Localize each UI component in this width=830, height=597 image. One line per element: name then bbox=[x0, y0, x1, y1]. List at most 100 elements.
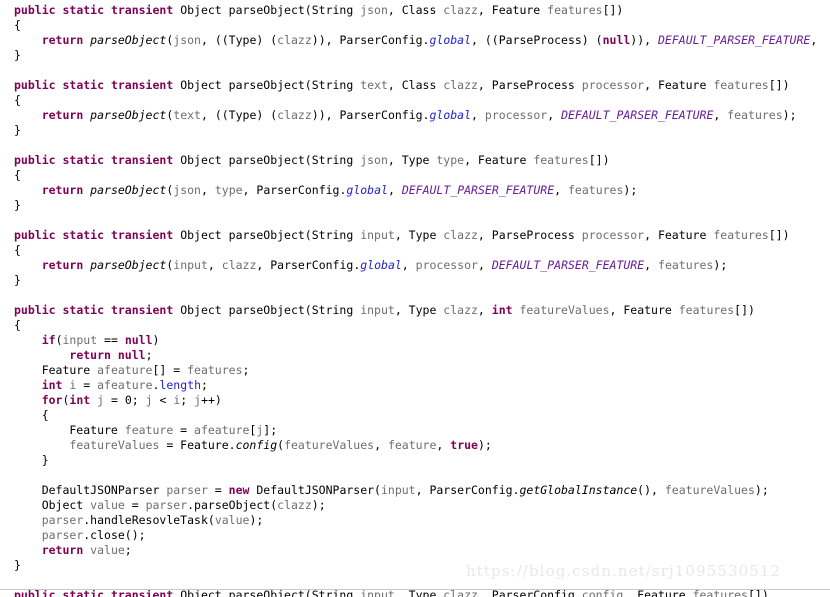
code-token: } bbox=[14, 198, 21, 212]
code-token: return bbox=[41, 108, 91, 122]
code-token: features bbox=[568, 183, 624, 197]
code-token: , bbox=[810, 33, 818, 47]
code-token: ( bbox=[55, 333, 63, 347]
code-token: featureValues bbox=[664, 483, 755, 497]
code-token: } bbox=[14, 123, 21, 137]
code-token: public bbox=[14, 153, 63, 167]
code-token: , bbox=[477, 258, 492, 272]
code-token: , ParserConfig. bbox=[242, 183, 347, 197]
code-token: ); bbox=[623, 183, 638, 197]
code-line: } bbox=[0, 273, 830, 288]
code-line: } bbox=[0, 123, 830, 138]
code-token: int bbox=[41, 378, 70, 392]
code-token: DEFAULT_PARSER_FEATURE bbox=[658, 33, 811, 47]
code-token: ; bbox=[145, 348, 153, 362]
code-token: getGlobalInstance bbox=[519, 483, 638, 497]
code-token: global bbox=[429, 33, 472, 47]
code-token: = bbox=[124, 498, 146, 512]
code-token: { bbox=[14, 243, 21, 257]
code-token: == bbox=[97, 333, 125, 347]
code-token: , Type bbox=[387, 153, 437, 167]
code-token: Object parseObject(String bbox=[180, 228, 361, 242]
code-token: static bbox=[62, 153, 111, 167]
code-token: input bbox=[173, 258, 208, 272]
code-line: { bbox=[0, 168, 830, 183]
code-token: transient bbox=[110, 153, 181, 167]
code-line: public static transient Object parseObje… bbox=[0, 303, 830, 318]
code-token: DEFAULT_PARSER_FEATURE bbox=[401, 183, 555, 197]
code-token: text bbox=[360, 78, 388, 92]
code-token: Feature bbox=[14, 423, 125, 437]
code-token: , bbox=[471, 108, 485, 122]
code-token: Feature bbox=[14, 363, 98, 377]
code-token: afeature bbox=[97, 378, 153, 392]
code-line: for(int j = 0; j < i; j++) bbox=[0, 393, 830, 408]
code-token: json bbox=[360, 3, 388, 17]
code-token: features bbox=[713, 228, 769, 242]
code-token: transient bbox=[110, 78, 181, 92]
code-token: transient bbox=[110, 228, 181, 242]
code-token: static bbox=[62, 78, 111, 92]
code-token: [] = bbox=[152, 363, 188, 377]
code-token: Object parseObject(String bbox=[180, 3, 361, 17]
code-token: afeature bbox=[97, 363, 153, 377]
code-token: , Type bbox=[394, 303, 444, 317]
code-token: ; bbox=[180, 393, 195, 407]
code-token: null bbox=[602, 33, 631, 47]
code-token: , Feature bbox=[644, 78, 714, 92]
code-token: = bbox=[207, 483, 229, 497]
bottom-divider bbox=[0, 589, 830, 590]
code-token: transient bbox=[110, 303, 181, 317]
code-viewer[interactable]: public static transient Object parseObje… bbox=[0, 0, 830, 597]
code-line: public static transient Object parseObje… bbox=[0, 3, 830, 18]
code-token: input bbox=[62, 333, 98, 347]
code-token: clazz bbox=[443, 303, 478, 317]
code-token: )), bbox=[630, 33, 658, 47]
code-token: config bbox=[235, 438, 278, 452]
code-token: return bbox=[69, 348, 118, 362]
code-line: Object value = parser.parseObject(clazz)… bbox=[0, 498, 830, 513]
code-token: , bbox=[547, 108, 562, 122]
code-token: features bbox=[727, 108, 783, 122]
code-token: ; bbox=[124, 543, 132, 557]
code-token: , bbox=[401, 258, 416, 272]
code-token: , bbox=[713, 108, 728, 122]
code-token: null bbox=[124, 333, 153, 347]
code-token: []) bbox=[588, 153, 610, 167]
code-token: , ParserConfig. bbox=[415, 483, 520, 497]
code-token: .parseObject( bbox=[187, 498, 278, 512]
code-token: parser bbox=[41, 513, 84, 527]
code-line: Feature afeature[] = features; bbox=[0, 363, 830, 378]
code-token: parseObject bbox=[90, 183, 167, 197]
code-token: , ParserConfig. bbox=[256, 258, 361, 272]
code-token: features bbox=[547, 3, 603, 17]
code-token: , Feature bbox=[644, 228, 714, 242]
code-token: , Feature bbox=[609, 303, 679, 317]
code-line: } bbox=[0, 453, 830, 468]
code-token: static bbox=[62, 303, 111, 317]
code-token: processor bbox=[581, 228, 645, 242]
code-token: , Class bbox=[387, 78, 444, 92]
code-token: , ((ParseProcess) ( bbox=[471, 33, 603, 47]
code-token: features bbox=[187, 363, 243, 377]
code-token: processor bbox=[484, 108, 548, 122]
code-token: global bbox=[346, 183, 388, 197]
code-token: { bbox=[14, 168, 21, 182]
code-token: ]; bbox=[263, 423, 278, 437]
code-token: parser bbox=[166, 483, 208, 497]
code-token: for bbox=[41, 393, 63, 407]
code-token: input bbox=[360, 228, 395, 242]
code-token: featureValues bbox=[519, 303, 610, 317]
code-token: parser bbox=[145, 498, 188, 512]
code-line: return value; bbox=[0, 543, 830, 558]
code-token: ); bbox=[249, 513, 264, 527]
code-token: , ParseProcess bbox=[477, 78, 582, 92]
code-token: public bbox=[14, 3, 63, 17]
code-token: ); bbox=[311, 498, 326, 512]
